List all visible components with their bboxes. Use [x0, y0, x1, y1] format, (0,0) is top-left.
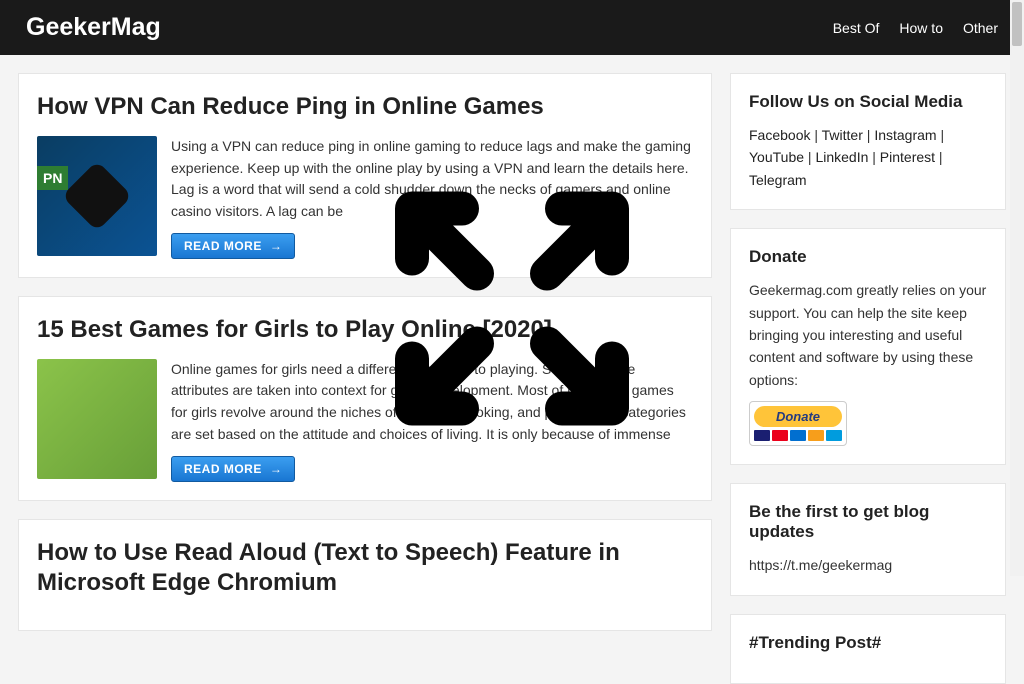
- read-more-button[interactable]: READ MORE →: [171, 233, 295, 259]
- read-more-label: READ MORE: [184, 239, 262, 253]
- site-header: GeekerMag Best Of How to Other: [0, 0, 1024, 55]
- nav-how-to[interactable]: How to: [899, 20, 943, 36]
- main-nav: Best Of How to Other: [833, 20, 998, 36]
- read-more-label: READ MORE: [184, 462, 262, 476]
- blog-updates-widget: Be the first to get blog updates https:/…: [730, 483, 1006, 595]
- donate-button[interactable]: Donate: [749, 401, 847, 446]
- logo[interactable]: GeekerMag: [26, 13, 161, 42]
- donate-label: Donate: [754, 406, 842, 427]
- widget-title: #Trending Post#: [749, 633, 987, 653]
- nav-other[interactable]: Other: [963, 20, 998, 36]
- post-card: How VPN Can Reduce Ping in Online Games …: [18, 73, 712, 278]
- post-excerpt: Using a VPN can reduce ping in online ga…: [171, 136, 693, 223]
- social-telegram[interactable]: Telegram: [749, 172, 807, 188]
- social-facebook[interactable]: Facebook: [749, 127, 810, 143]
- social-youtube[interactable]: YouTube: [749, 149, 804, 165]
- post-title[interactable]: How VPN Can Reduce Ping in Online Games: [37, 92, 693, 122]
- post-title[interactable]: How to Use Read Aloud (Text to Speech) F…: [37, 538, 693, 598]
- post-thumbnail[interactable]: [37, 136, 157, 256]
- social-links: Facebook | Twitter | Instagram | YouTube…: [749, 124, 987, 191]
- post-excerpt: Online games for girls need a different …: [171, 359, 693, 446]
- post-title[interactable]: 15 Best Games for Girls to Play Online […: [37, 315, 693, 345]
- arrow-right-icon: →: [270, 462, 283, 476]
- post-text: Using a VPN can reduce ping in online ga…: [171, 136, 693, 259]
- nav-best-of[interactable]: Best Of: [833, 20, 880, 36]
- content-container: How VPN Can Reduce Ping in Online Games …: [0, 55, 1024, 684]
- widget-title: Be the first to get blog updates: [749, 502, 987, 542]
- post-card: How to Use Read Aloud (Text to Speech) F…: [18, 519, 712, 631]
- post-text: Online games for girls need a different …: [171, 359, 693, 482]
- widget-title: Follow Us on Social Media: [749, 92, 987, 112]
- scrollbar[interactable]: [1010, 0, 1024, 576]
- social-linkedin[interactable]: LinkedIn: [815, 149, 868, 165]
- scrollbar-thumb[interactable]: [1012, 2, 1022, 46]
- widget-title: Donate: [749, 247, 987, 267]
- post-body: Online games for girls need a different …: [37, 359, 693, 482]
- donate-text: Geekermag.com greatly relies on your sup…: [749, 279, 987, 391]
- social-pinterest[interactable]: Pinterest: [880, 149, 935, 165]
- social-instagram[interactable]: Instagram: [874, 127, 936, 143]
- telegram-link[interactable]: https://t.me/geekermag: [749, 554, 987, 576]
- follow-widget: Follow Us on Social Media Facebook | Twi…: [730, 73, 1006, 210]
- donate-widget: Donate Geekermag.com greatly relies on y…: [730, 228, 1006, 465]
- read-more-button[interactable]: READ MORE →: [171, 456, 295, 482]
- main-column: How VPN Can Reduce Ping in Online Games …: [18, 73, 712, 684]
- social-twitter[interactable]: Twitter: [822, 127, 863, 143]
- arrow-right-icon: →: [270, 239, 283, 253]
- payment-cards-icon: [754, 430, 842, 441]
- post-body: Using a VPN can reduce ping in online ga…: [37, 136, 693, 259]
- trending-widget: #Trending Post#: [730, 614, 1006, 684]
- post-thumbnail[interactable]: [37, 359, 157, 479]
- sidebar: Follow Us on Social Media Facebook | Twi…: [730, 73, 1006, 684]
- post-card: 15 Best Games for Girls to Play Online […: [18, 296, 712, 501]
